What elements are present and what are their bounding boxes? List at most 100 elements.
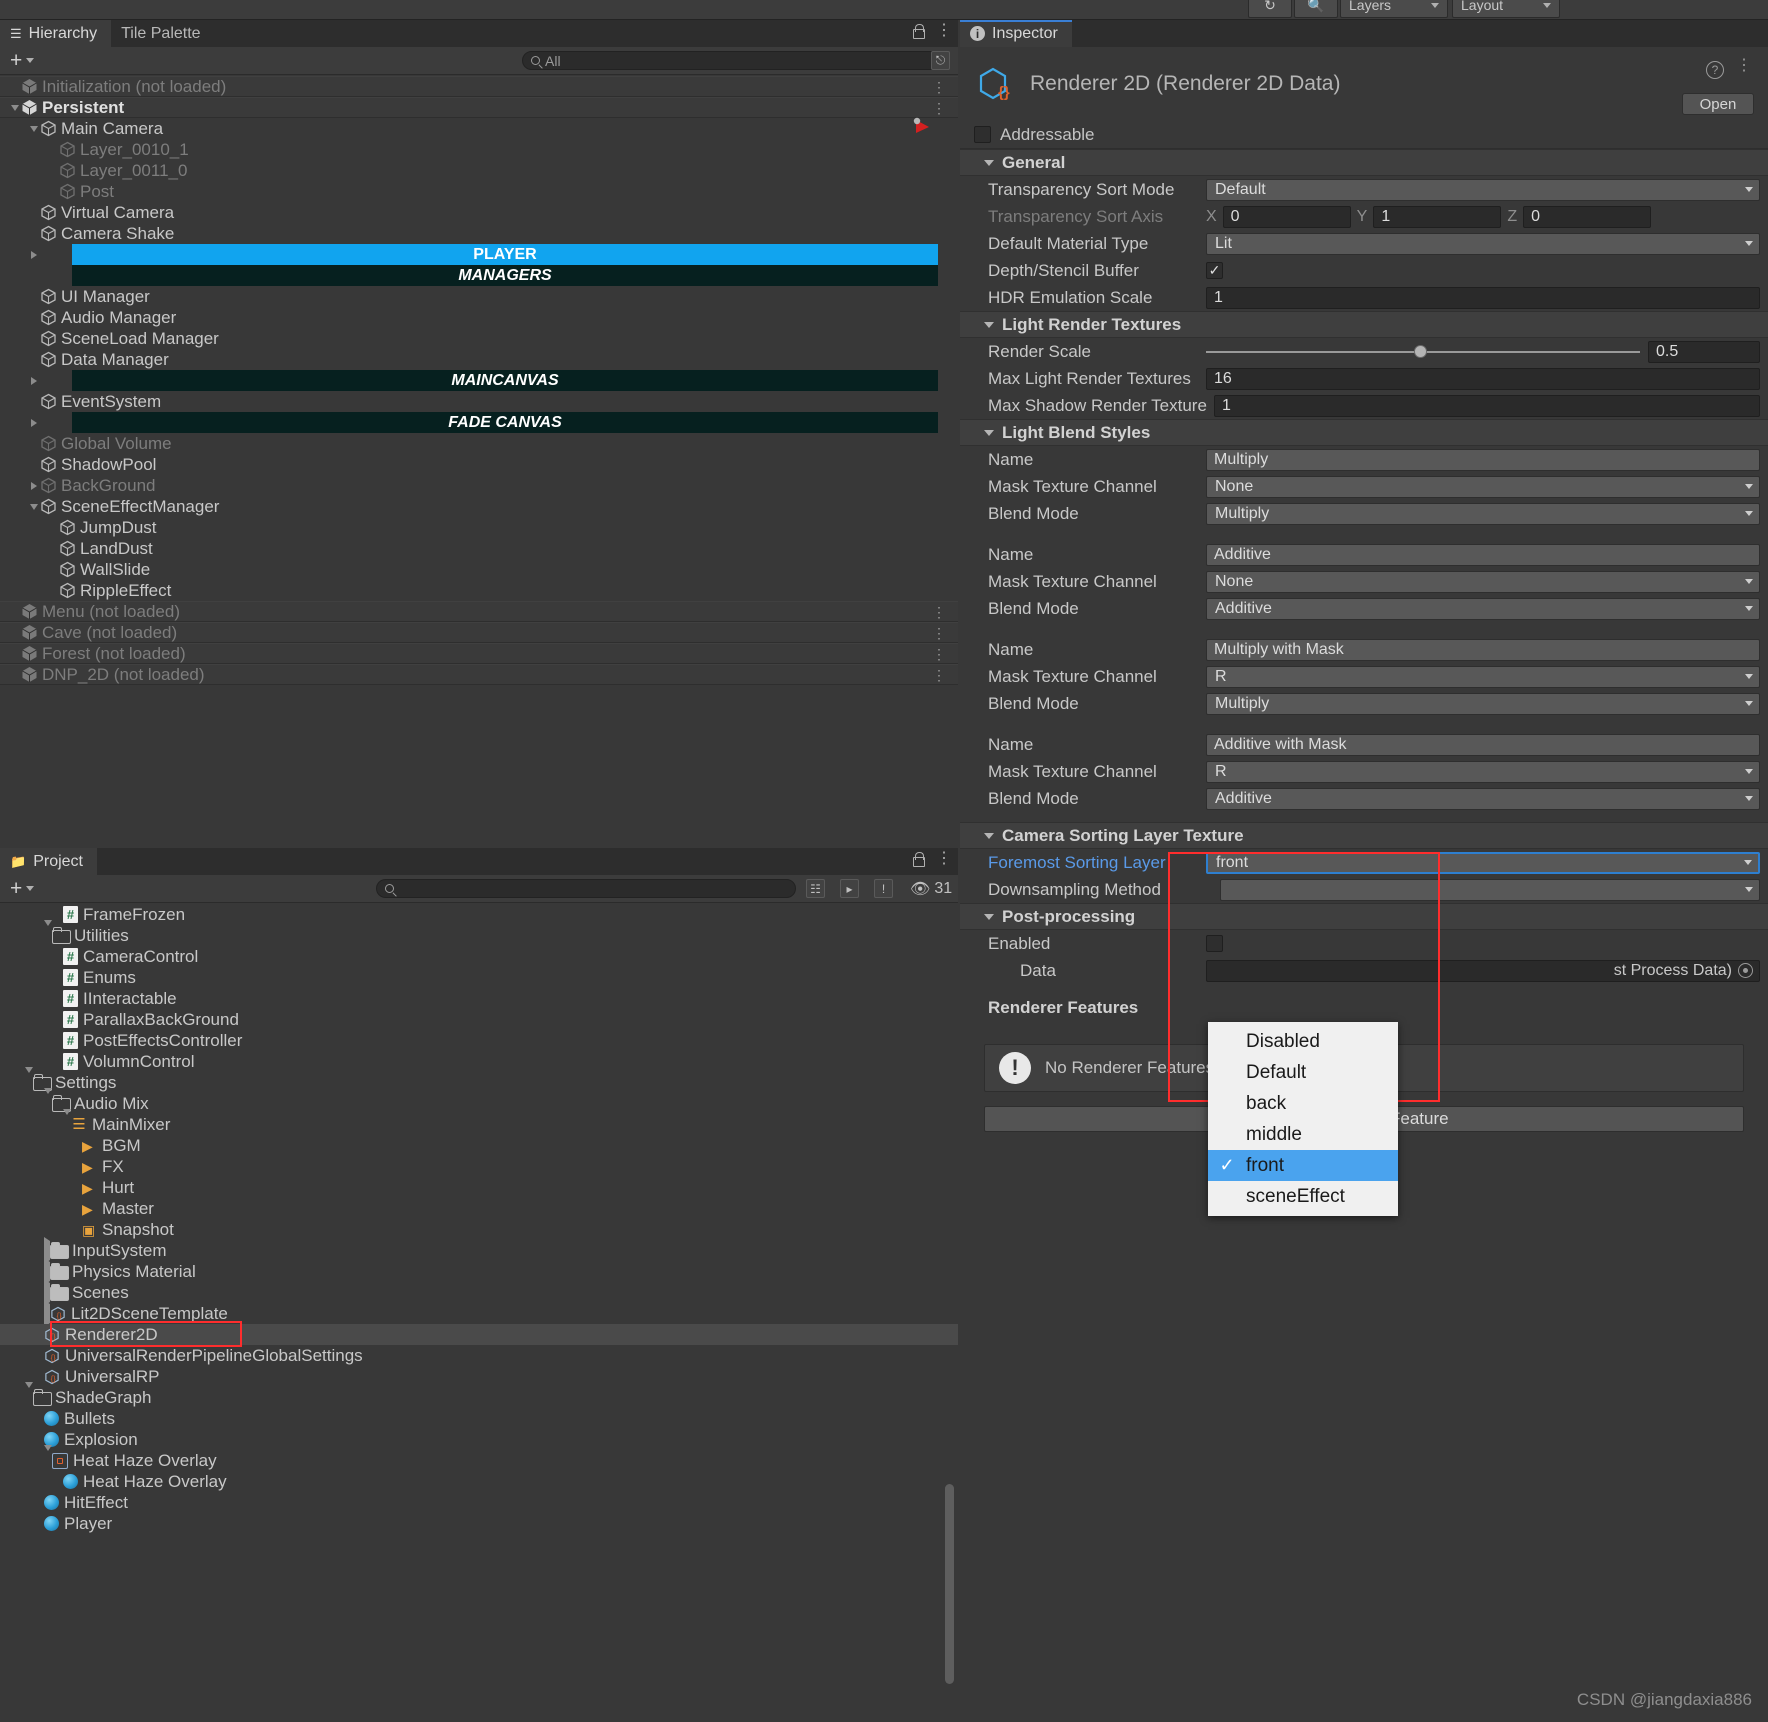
- post-data-object-field[interactable]: st Process Data): [1206, 959, 1760, 982]
- chevron-down-icon[interactable]: [27, 496, 40, 517]
- project-row[interactable]: {} Renderer2D: [0, 1324, 958, 1345]
- project-row[interactable]: Player: [0, 1513, 958, 1534]
- max-shadow-input[interactable]: 1: [1214, 394, 1760, 417]
- chevron-down-icon[interactable]: [27, 118, 40, 139]
- section-camera-sorting-header[interactable]: Camera Sorting Layer Texture: [960, 822, 1768, 849]
- project-search-input[interactable]: [376, 879, 796, 898]
- project-label-button[interactable]: ▸: [840, 879, 859, 898]
- hierarchy-row[interactable]: Data Manager: [0, 349, 958, 370]
- blend-mode-dropdown[interactable]: Additive: [1206, 787, 1760, 810]
- depth-stencil-checkbox[interactable]: ✓: [1206, 262, 1223, 279]
- lock-icon[interactable]: [912, 24, 925, 39]
- project-row[interactable]: ☰ MainMixer: [0, 1108, 958, 1135]
- hierarchy-row[interactable]: LandDust: [0, 538, 958, 559]
- layout-dropdown[interactable]: Layout: [1452, 0, 1560, 18]
- hierarchy-expand-button[interactable]: ⎋: [931, 51, 950, 70]
- dropdown-option[interactable]: ✓middle: [1208, 1119, 1398, 1150]
- mask-texture-channel-dropdown[interactable]: None: [1206, 570, 1760, 593]
- hierarchy-row[interactable]: SceneEffectManager: [0, 496, 958, 517]
- downsampling-method-dropdown[interactable]: [1220, 878, 1760, 901]
- row-kebab-icon[interactable]: ⋮: [932, 668, 946, 682]
- axis-x-input[interactable]: 0: [1222, 205, 1351, 228]
- hierarchy-row[interactable]: ShadowPool: [0, 454, 958, 475]
- tab-project[interactable]: 📁 Project: [0, 848, 97, 875]
- hierarchy-row[interactable]: JumpDust: [0, 517, 958, 538]
- layers-dropdown[interactable]: Layers: [1340, 0, 1448, 18]
- chevron-down-icon[interactable]: [8, 98, 21, 117]
- tab-inspector[interactable]: i Inspector: [960, 20, 1072, 47]
- project-row[interactable]: # VolumnControl: [0, 1051, 958, 1072]
- row-kebab-icon[interactable]: ⋮: [932, 80, 946, 94]
- project-row[interactable]: Utilities: [0, 919, 958, 946]
- hierarchy-row[interactable]: Layer_0010_1: [0, 139, 958, 160]
- object-picker-icon[interactable]: [1738, 963, 1753, 978]
- blend-style-name-input[interactable]: Multiply: [1206, 448, 1760, 471]
- chevron-down-icon[interactable]: [44, 1087, 52, 1114]
- hierarchy-row[interactable]: SceneLoad Manager: [0, 328, 958, 349]
- kebab-menu-icon[interactable]: ⋮: [936, 851, 952, 867]
- hdr-input[interactable]: 1: [1206, 286, 1760, 309]
- dropdown-option[interactable]: ✓ front: [1208, 1150, 1398, 1181]
- addressable-checkbox[interactable]: [974, 126, 991, 143]
- mask-texture-channel-dropdown[interactable]: None: [1206, 475, 1760, 498]
- hierarchy-row[interactable]: UI Manager: [0, 286, 958, 307]
- project-add-button[interactable]: +: [6, 878, 38, 899]
- project-row[interactable]: {} Lit2DSceneTemplate: [0, 1299, 958, 1327]
- section-post-processing-header[interactable]: Post-processing: [960, 903, 1768, 930]
- axis-y-input[interactable]: 1: [1373, 205, 1502, 228]
- project-row[interactable]: Explosion: [0, 1429, 958, 1450]
- project-row[interactable]: Heat Haze Overlay: [0, 1444, 958, 1471]
- render-scale-input[interactable]: 0.5: [1648, 340, 1760, 363]
- tab-hierarchy[interactable]: ☰ Hierarchy: [0, 20, 112, 47]
- project-hidden-count[interactable]: 👁 31: [910, 879, 952, 899]
- hierarchy-tree[interactable]: Initialization (not loaded) ⋮ Persistent ⋮ M…: [0, 76, 958, 846]
- section-light-blend-styles-header[interactable]: Light Blend Styles: [960, 419, 1768, 446]
- hierarchy-row[interactable]: Post: [0, 181, 958, 202]
- project-row[interactable]: InputSystem: [0, 1236, 958, 1264]
- hierarchy-row[interactable]: MANAGERS: [0, 265, 958, 286]
- project-row[interactable]: ▣ Snapshot: [0, 1219, 958, 1240]
- toolbar-search-button[interactable]: 🔍: [1294, 0, 1338, 18]
- project-warning-button[interactable]: !: [874, 879, 893, 898]
- chevron-down-icon[interactable]: [44, 1444, 52, 1471]
- chevron-right-icon[interactable]: [27, 412, 40, 433]
- chevron-down-icon[interactable]: [25, 1381, 33, 1408]
- project-row[interactable]: # CameraControl: [0, 946, 958, 967]
- hierarchy-row[interactable]: WallSlide: [0, 559, 958, 580]
- project-row[interactable]: # ParallaxBackGround: [0, 1009, 958, 1030]
- project-row[interactable]: Settings: [0, 1066, 958, 1093]
- hierarchy-row[interactable]: PLAYER: [0, 244, 958, 265]
- hierarchy-row[interactable]: Virtual Camera: [0, 202, 958, 223]
- project-row[interactable]: Bullets: [0, 1408, 958, 1429]
- row-kebab-icon[interactable]: ⋮: [932, 605, 946, 619]
- project-row[interactable]: Audio Mix: [0, 1087, 958, 1114]
- dropdown-option[interactable]: ✓sceneEffect: [1208, 1181, 1398, 1212]
- hierarchy-row[interactable]: RippleEffect: [0, 580, 958, 601]
- row-kebab-icon[interactable]: ⋮: [932, 101, 946, 115]
- chevron-right-icon[interactable]: [27, 475, 40, 496]
- open-button[interactable]: Open: [1682, 93, 1754, 115]
- blend-mode-dropdown[interactable]: Multiply: [1206, 502, 1760, 525]
- max-light-input[interactable]: 16: [1206, 367, 1760, 390]
- project-row[interactable]: ▶ Hurt: [0, 1177, 958, 1198]
- project-row[interactable]: {} UniversalRenderPipelineGlobalSettings: [0, 1345, 958, 1366]
- section-general-header[interactable]: General: [960, 149, 1768, 176]
- hierarchy-row[interactable]: FADE CANVAS: [0, 412, 958, 433]
- project-row[interactable]: # Enums: [0, 967, 958, 988]
- hierarchy-row[interactable]: EventSystem: [0, 391, 958, 412]
- project-filter-button[interactable]: ☷: [806, 879, 825, 898]
- hierarchy-row[interactable]: Forest (not loaded) ⋮: [0, 643, 958, 664]
- project-row[interactable]: {} UniversalRP: [0, 1366, 958, 1387]
- hierarchy-row[interactable]: Menu (not loaded) ⋮: [0, 601, 958, 622]
- post-enabled-checkbox[interactable]: [1206, 935, 1223, 952]
- hierarchy-row[interactable]: Audio Manager: [0, 307, 958, 328]
- project-scrollbar[interactable]: [945, 1484, 954, 1684]
- tab-tile-palette[interactable]: Tile Palette: [111, 20, 214, 47]
- project-row[interactable]: ShadeGraph: [0, 1381, 958, 1408]
- hierarchy-row[interactable]: Global Volume: [0, 433, 958, 454]
- help-icon[interactable]: ?: [1706, 61, 1724, 79]
- hierarchy-row[interactable]: Persistent ⋮: [0, 97, 958, 118]
- project-row[interactable]: ▶ FX: [0, 1156, 958, 1177]
- blend-style-name-input[interactable]: Additive with Mask: [1206, 733, 1760, 756]
- section-light-render-textures-header[interactable]: Light Render Textures: [960, 311, 1768, 338]
